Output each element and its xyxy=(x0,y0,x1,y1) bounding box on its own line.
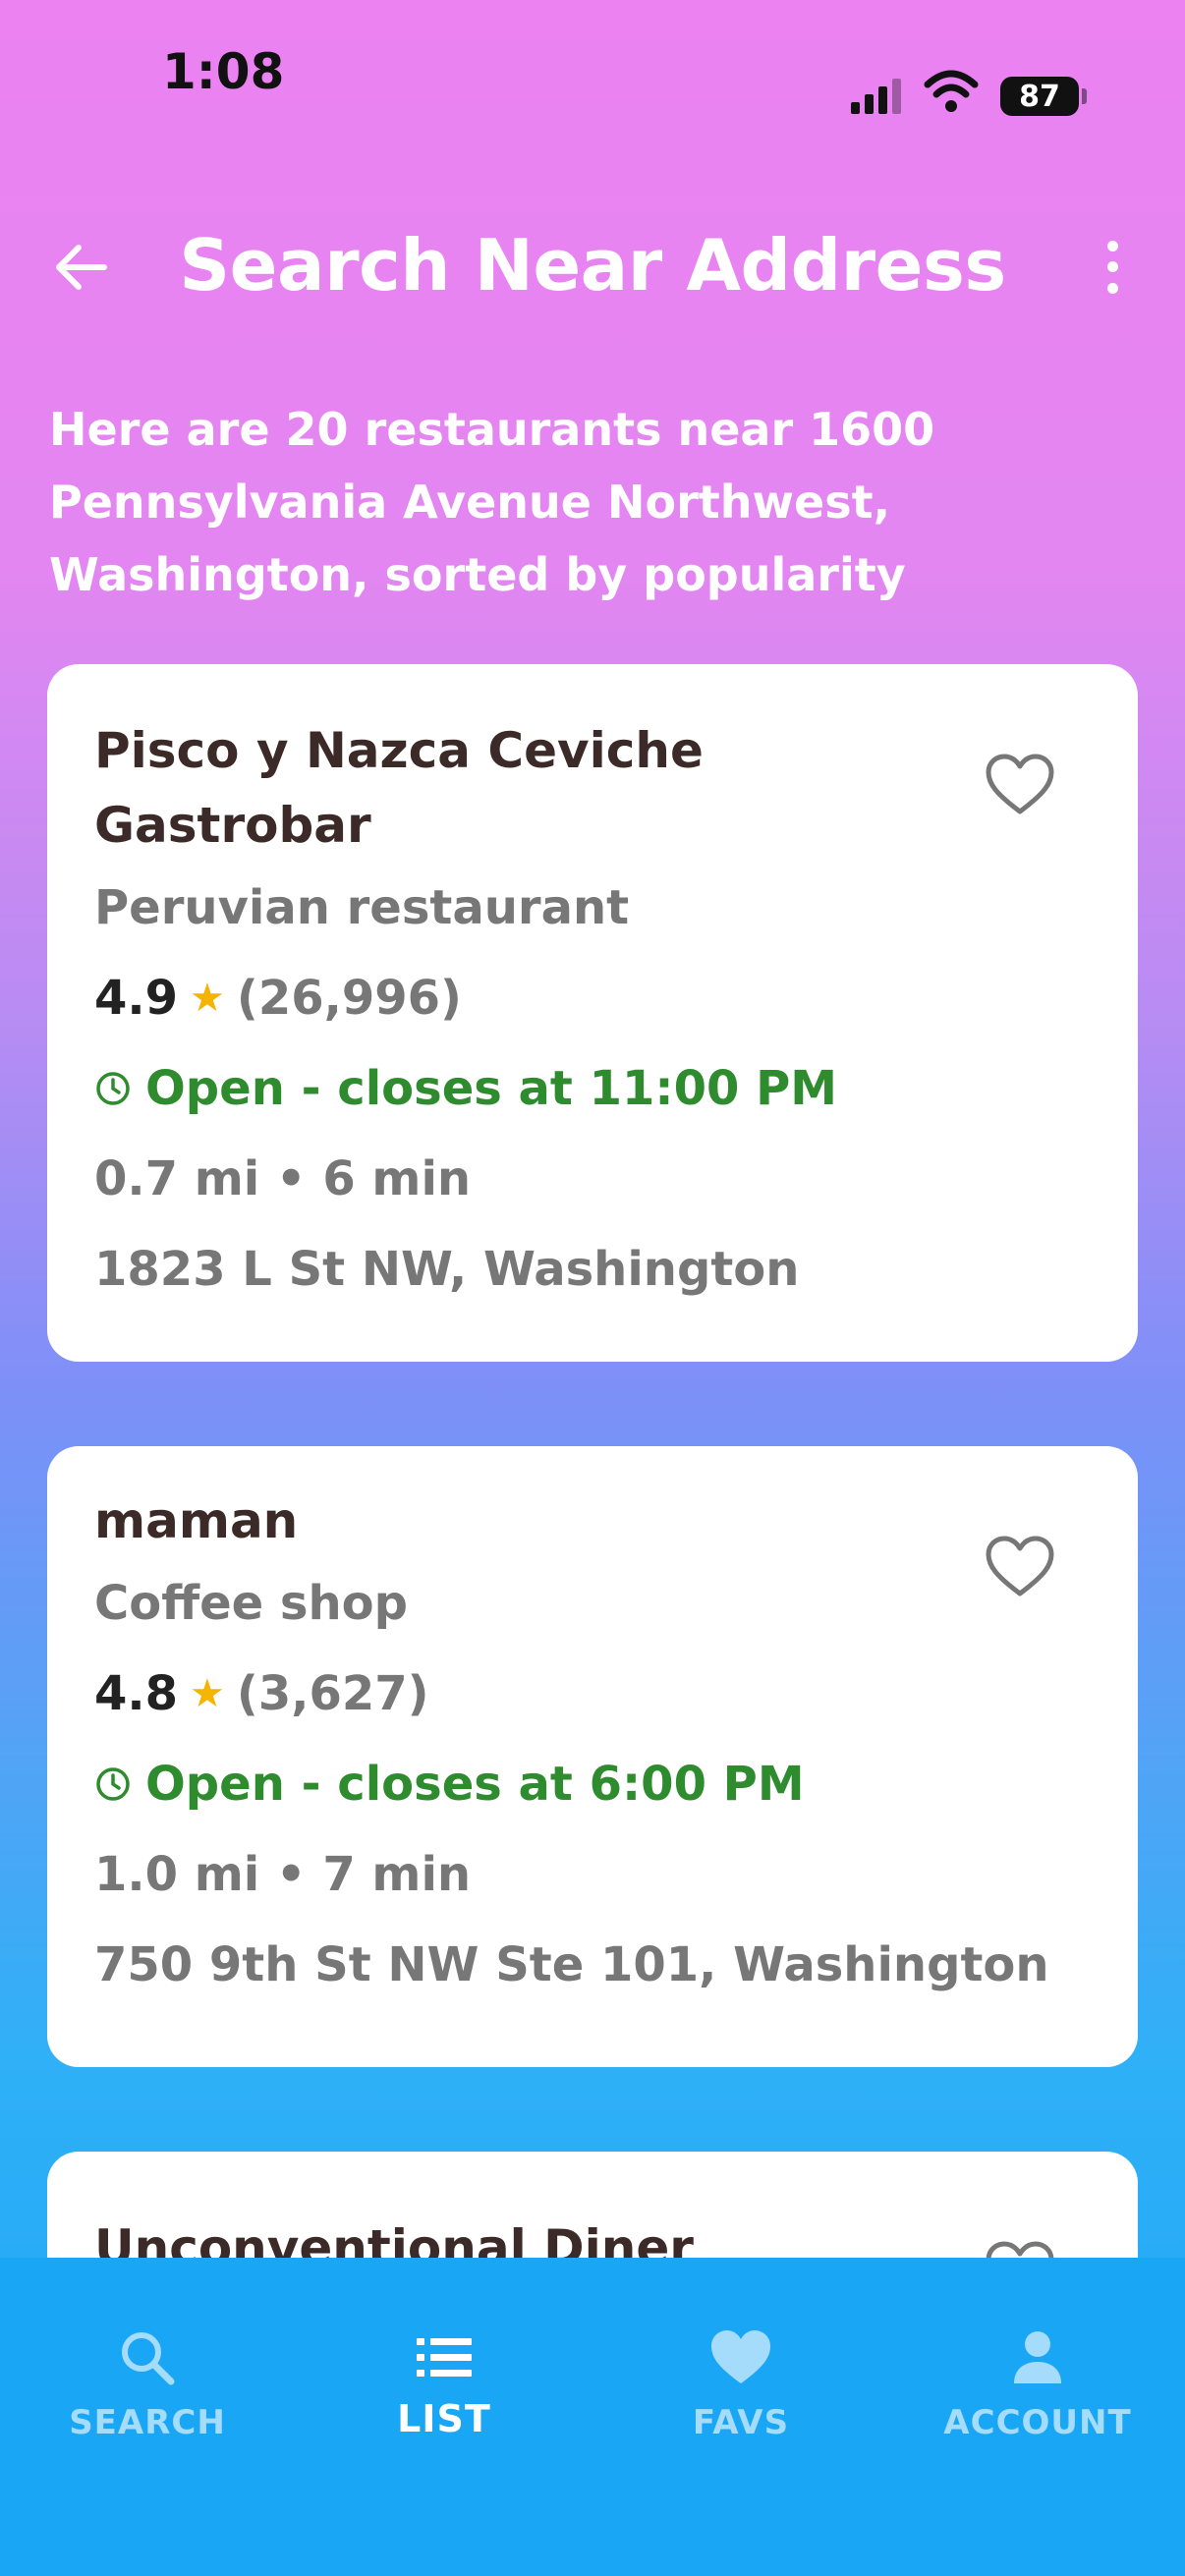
address-text: 1823 L St NW, Washington xyxy=(94,1242,800,1297)
restaurant-category: Coffee shop xyxy=(94,1576,408,1631)
nav-favs-label: FAVS xyxy=(692,2403,790,2442)
nav-favs[interactable]: FAVS xyxy=(593,2326,888,2442)
rating-value: 4.8 xyxy=(94,1666,179,1721)
address-text: 750 9th St NW Ste 101, Washington xyxy=(94,1937,1049,1992)
clock-icon xyxy=(96,1767,130,1801)
nav-account[interactable]: ACCOUNT xyxy=(890,2326,1185,2442)
restaurant-card[interactable]: Unconventional Diner xyxy=(47,2152,1138,2258)
results-scroll-area[interactable]: Search Near Address Here are 20 restaura… xyxy=(0,0,1185,2258)
hours-text: Open - closes at 11:00 PM xyxy=(145,1061,838,1116)
favorite-heart-icon[interactable] xyxy=(985,2240,1055,2258)
nav-search[interactable]: SEARCH xyxy=(0,2326,295,2442)
rating-value: 4.9 xyxy=(94,971,179,1026)
open-status: Open - closes at 6:00 PM xyxy=(94,1739,1091,1829)
more-options-icon[interactable] xyxy=(1093,236,1132,299)
nav-list[interactable]: LIST xyxy=(297,2326,592,2440)
distance-text: 0.7 mi • 6 min xyxy=(94,1151,472,1206)
restaurant-name: maman xyxy=(94,1492,299,1549)
hours-text: Open - closes at 6:00 PM xyxy=(145,1757,805,1812)
star-icon: ★ xyxy=(190,1671,225,1716)
favorite-heart-icon[interactable] xyxy=(985,753,1055,817)
star-icon: ★ xyxy=(190,976,225,1021)
distance-text: 1.0 mi • 7 min xyxy=(94,1847,472,1902)
restaurant-card[interactable]: maman Coffee shop 4.8 ★ (3,627) Open - c… xyxy=(47,1446,1138,2067)
restaurant-category: Peruvian restaurant xyxy=(94,880,630,935)
restaurant-name: Unconventional Diner xyxy=(94,2219,694,2258)
nav-list-label: LIST xyxy=(397,2397,491,2440)
open-status: Open - closes at 11:00 PM xyxy=(94,1043,1091,1134)
account-icon xyxy=(1014,2331,1061,2383)
nav-search-label: SEARCH xyxy=(69,2403,226,2442)
restaurant-card[interactable]: Pisco y Nazca Ceviche Gastrobar Peruvian… xyxy=(47,664,1138,1362)
bottom-navigation: SEARCH LIST FAVS ACCOUNT xyxy=(0,2258,1185,2576)
clock-icon xyxy=(96,1072,130,1105)
results-summary: Here are 20 restaurants near 1600 Pennsy… xyxy=(49,403,935,601)
page-title: Search Near Address xyxy=(179,224,1006,307)
review-count: (26,996) xyxy=(236,971,462,1026)
restaurant-name: Pisco y Nazca Ceviche Gastrobar xyxy=(94,722,704,854)
nav-account-label: ACCOUNT xyxy=(943,2403,1132,2442)
list-icon xyxy=(417,2338,472,2377)
app-bar: Search Near Address xyxy=(0,196,1185,334)
rating-line: 4.9 ★ (26,996) xyxy=(94,953,1091,1043)
review-count: (3,627) xyxy=(236,1666,429,1721)
search-icon xyxy=(122,2332,175,2385)
favorite-heart-icon[interactable] xyxy=(985,1535,1055,1599)
heart-icon xyxy=(711,2330,770,2383)
rating-line: 4.8 ★ (3,627) xyxy=(94,1649,1091,1739)
